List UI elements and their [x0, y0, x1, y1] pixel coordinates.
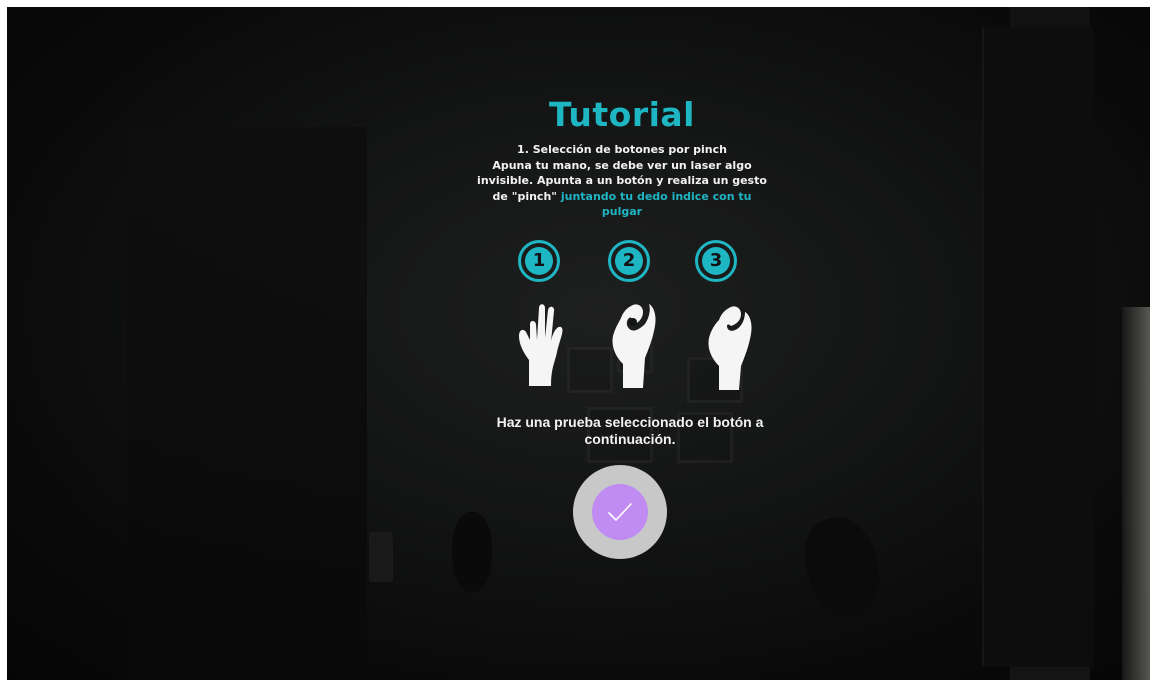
page-title: Tutorial	[549, 95, 695, 134]
step-number: 1	[525, 247, 553, 275]
step-number-badge: 3	[695, 240, 737, 282]
background-door	[982, 27, 1094, 667]
description-line: de "pinch" juntando tu dedo indice con t…	[452, 189, 792, 205]
description-line: invisible. Apunta a un botón y realiza u…	[477, 174, 767, 187]
pinch-hand-icon	[612, 304, 656, 388]
open-hand-icon	[519, 304, 563, 386]
background-object	[452, 512, 492, 592]
background-switch	[369, 532, 393, 582]
step-number-badge: 2	[608, 240, 650, 282]
description-highlight: pulgar	[601, 205, 643, 218]
test-prompt: Haz una prueba seleccionado el botón a c…	[480, 414, 780, 448]
step-number: 2	[615, 247, 643, 275]
background-object	[795, 509, 889, 625]
pinch-closed-hand-icon	[708, 306, 752, 390]
step-heading: 1. Selección de botones por pinch	[517, 143, 727, 156]
description-highlight: juntando tu dedo indice con tu	[560, 189, 752, 203]
tutorial-description: 1. Selección de botones por pinch Apuna …	[452, 142, 792, 220]
step-number-badge: 1	[518, 240, 560, 282]
confirm-button-face[interactable]	[592, 484, 648, 540]
confirm-button[interactable]	[573, 465, 667, 559]
pinch-steps: 1 2 3	[505, 240, 765, 390]
prompt-line: Haz una prueba seleccionado el botón a	[496, 414, 764, 430]
background-light	[1122, 307, 1150, 680]
background-wall	[127, 127, 367, 680]
step-number: 3	[702, 247, 730, 275]
description-text: de "pinch"	[492, 189, 561, 203]
checkmark-icon	[608, 503, 632, 521]
description-line: Apuna tu mano, se debe ver un laser algo	[492, 158, 752, 172]
prompt-line: continuación.	[584, 431, 676, 447]
